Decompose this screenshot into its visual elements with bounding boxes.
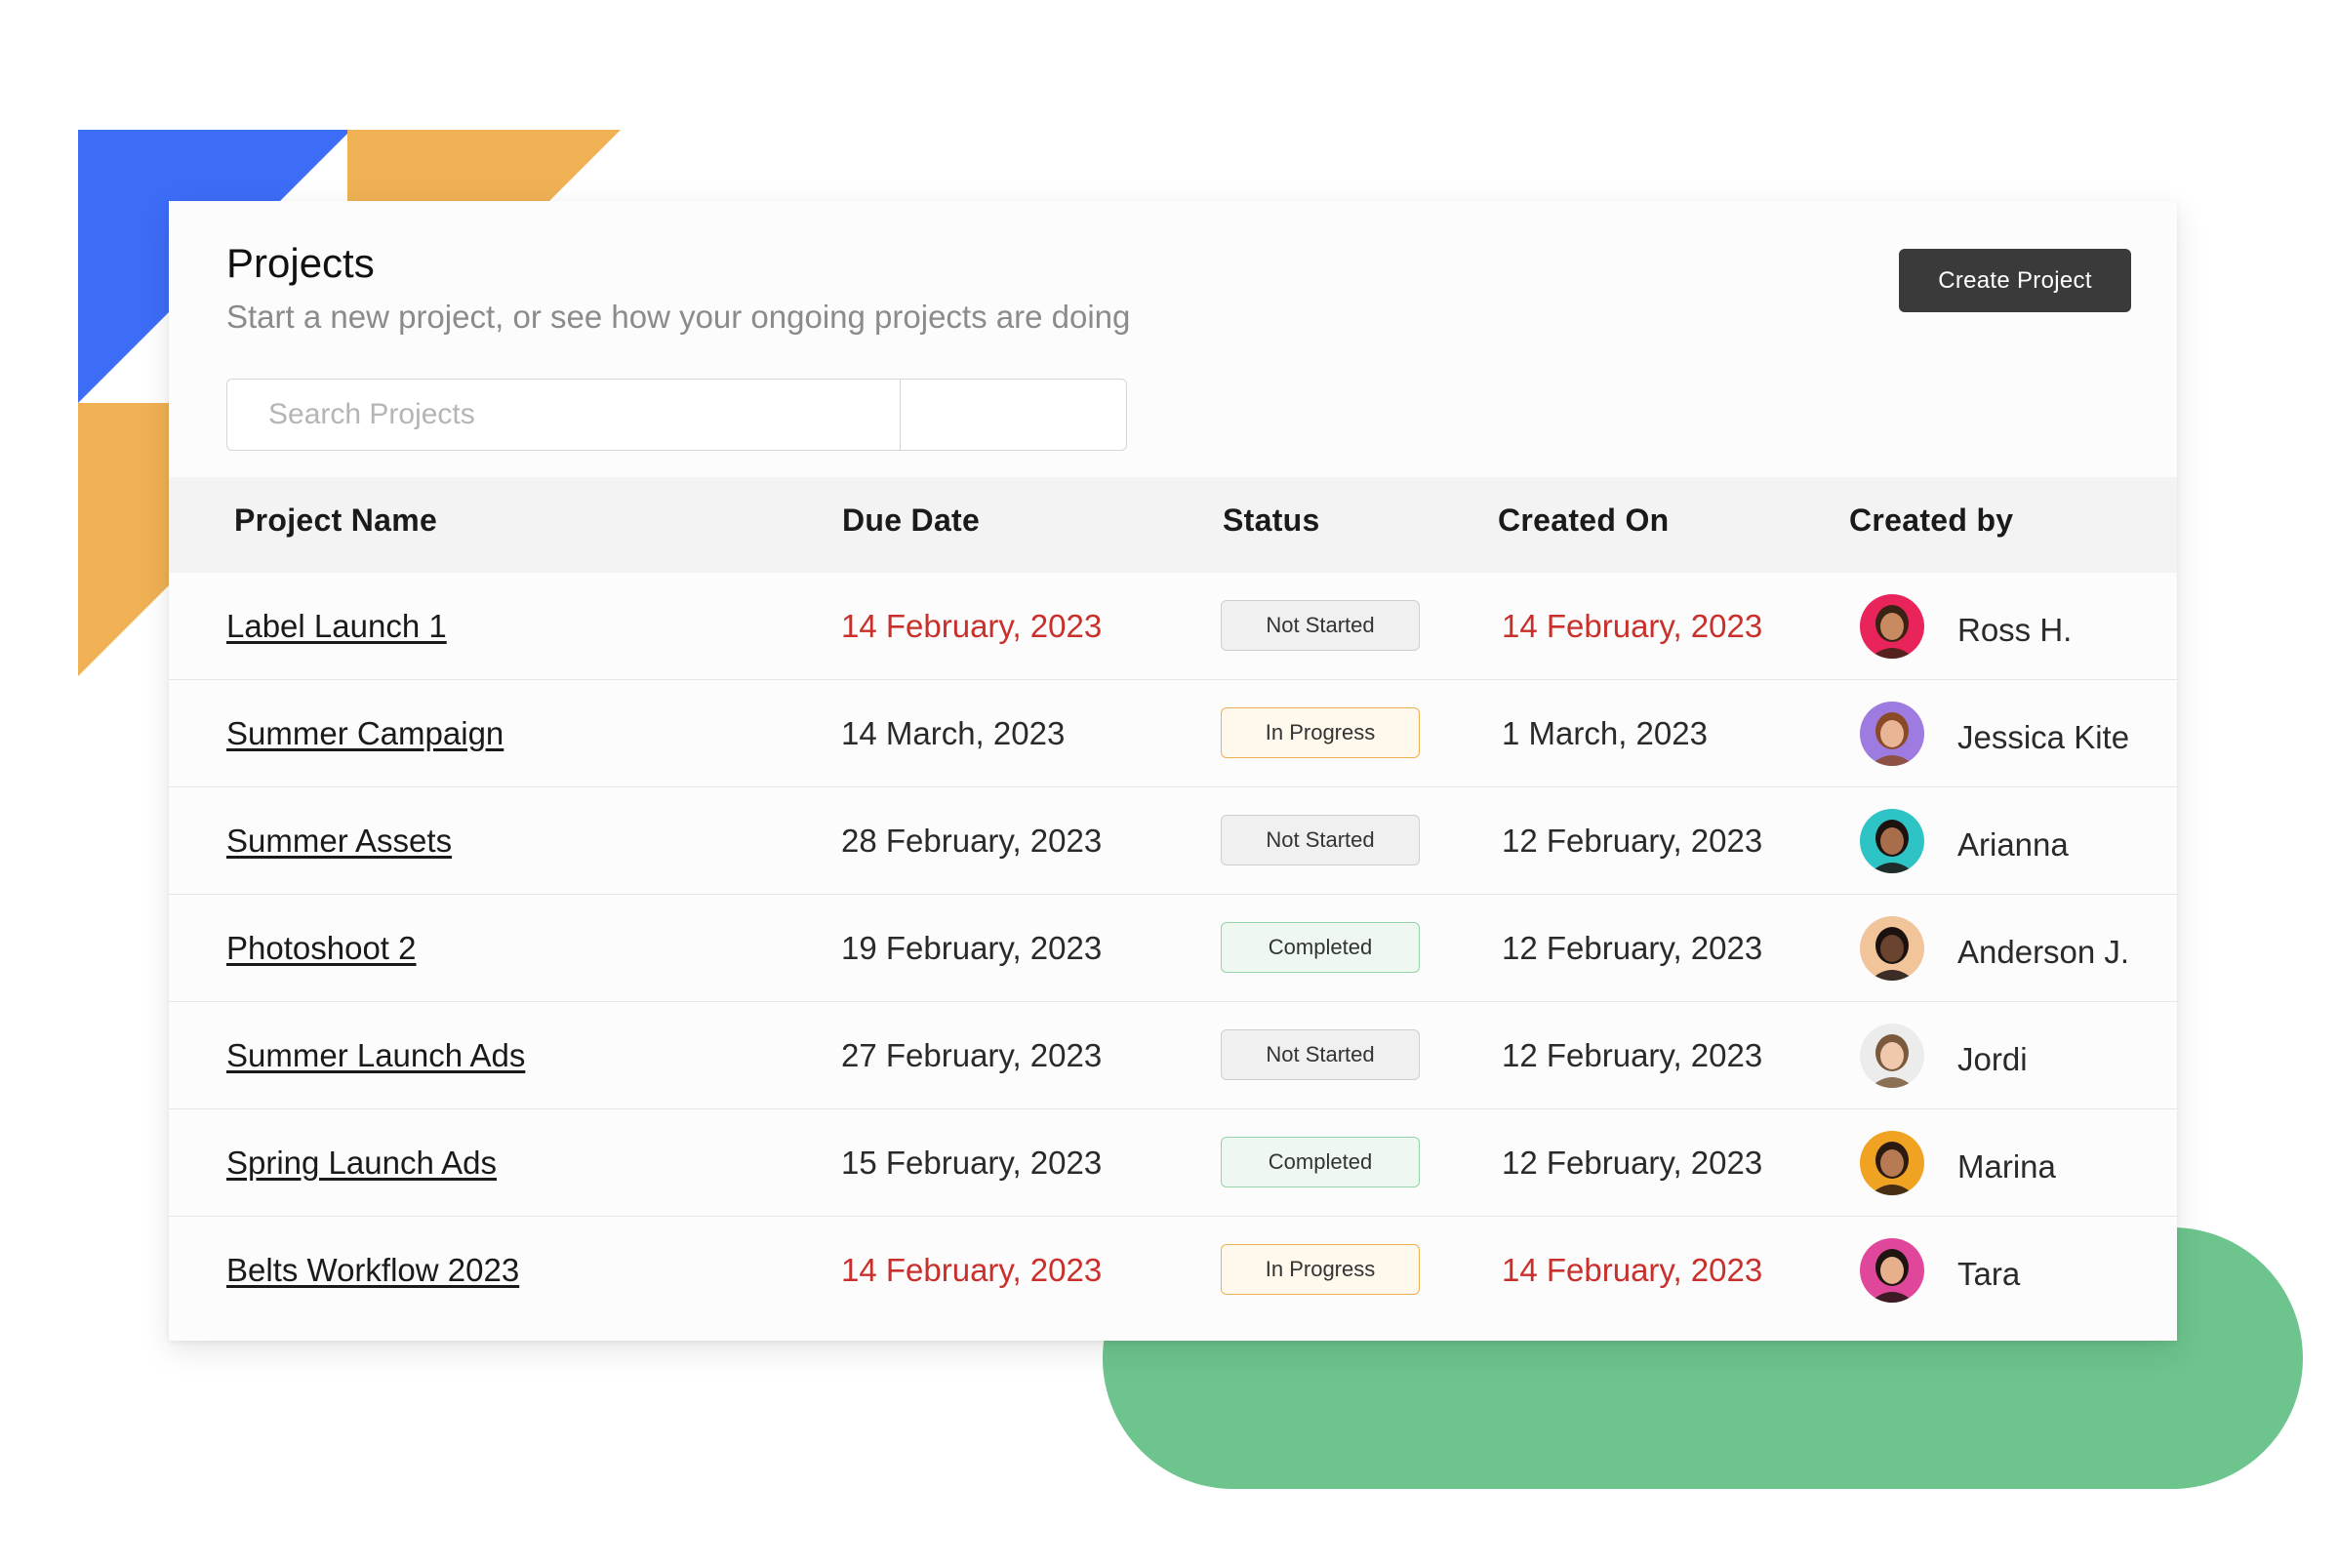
status-badge: In Progress bbox=[1221, 707, 1420, 758]
creator-name: Tara bbox=[1957, 1256, 2021, 1292]
project-name-link[interactable]: Label Launch 1 bbox=[226, 608, 447, 645]
due-date: 19 February, 2023 bbox=[841, 930, 1103, 966]
project-name-link[interactable]: Photoshoot 2 bbox=[226, 930, 417, 967]
avatar bbox=[1860, 1131, 1924, 1195]
avatar bbox=[1860, 702, 1924, 766]
avatar bbox=[1860, 916, 1924, 981]
avatar bbox=[1860, 809, 1924, 873]
column-header-status[interactable]: Status bbox=[1223, 503, 1320, 539]
page-subtitle: Start a new project, or see how your ong… bbox=[226, 299, 1131, 335]
creator-name: Ross H. bbox=[1957, 612, 2073, 648]
status-badge: Not Started bbox=[1221, 600, 1420, 651]
due-date: 28 February, 2023 bbox=[841, 823, 1103, 859]
creator-name: Arianna bbox=[1957, 826, 2069, 863]
status-badge: Not Started bbox=[1221, 815, 1420, 865]
column-header-due-date[interactable]: Due Date bbox=[842, 503, 980, 539]
project-name-link[interactable]: Summer Assets bbox=[226, 823, 452, 860]
status-badge: Completed bbox=[1221, 922, 1420, 973]
table-row[interactable]: Belts Workflow 2023 14 February, 2023 In P… bbox=[169, 1217, 2177, 1323]
creator-name: Anderson J. bbox=[1957, 934, 2130, 970]
column-header-project-name[interactable]: Project Name bbox=[234, 503, 437, 539]
status-badge: In Progress bbox=[1221, 1244, 1420, 1295]
created-on-date: 12 February, 2023 bbox=[1502, 930, 1763, 966]
search-bar bbox=[226, 379, 1127, 451]
create-project-button[interactable]: Create Project bbox=[1899, 249, 2131, 312]
created-on-date: 12 February, 2023 bbox=[1502, 1037, 1763, 1073]
avatar bbox=[1860, 594, 1924, 659]
table-row[interactable]: Spring Launch Ads 15 February, 2023 Comple… bbox=[169, 1109, 2177, 1217]
creator-name: Marina bbox=[1957, 1148, 2056, 1185]
table-row[interactable]: Photoshoot 2 19 February, 2023 Completed 12… bbox=[169, 895, 2177, 1002]
page-title: Projects bbox=[226, 240, 375, 286]
due-date: 14 February, 2023 bbox=[841, 608, 1103, 644]
created-on-date: 14 February, 2023 bbox=[1502, 608, 1763, 644]
created-on-date: 1 March, 2023 bbox=[1502, 715, 1708, 751]
project-name-link[interactable]: Summer Launch Ads bbox=[226, 1037, 525, 1074]
table-row[interactable]: Summer Campaign 14 March, 2023 In Progress… bbox=[169, 680, 2177, 787]
status-badge: Completed bbox=[1221, 1137, 1420, 1187]
search-filter-field[interactable] bbox=[901, 380, 1126, 450]
projects-table-body: Label Launch 1 14 February, 2023 Not Start… bbox=[169, 573, 2177, 1323]
column-header-created-by[interactable]: Created by bbox=[1849, 503, 2013, 539]
table-row[interactable]: Summer Assets 28 February, 2023 Not Starte… bbox=[169, 787, 2177, 895]
search-input[interactable] bbox=[227, 380, 901, 450]
due-date: 15 February, 2023 bbox=[841, 1145, 1103, 1181]
table-row[interactable]: Label Launch 1 14 February, 2023 Not Start… bbox=[169, 573, 2177, 680]
project-name-link[interactable]: Spring Launch Ads bbox=[226, 1145, 497, 1182]
creator-name: Jordi bbox=[1957, 1041, 2028, 1077]
column-header-created-on[interactable]: Created On bbox=[1498, 503, 1669, 539]
projects-card: Projects Start a new project, or see how… bbox=[169, 201, 2177, 1341]
due-date: 27 February, 2023 bbox=[841, 1037, 1103, 1073]
avatar bbox=[1860, 1238, 1924, 1303]
due-date: 14 March, 2023 bbox=[841, 715, 1066, 751]
created-on-date: 14 February, 2023 bbox=[1502, 1252, 1763, 1288]
avatar bbox=[1860, 1024, 1924, 1088]
status-badge: Not Started bbox=[1221, 1029, 1420, 1080]
table-row[interactable]: Summer Launch Ads 27 February, 2023 Not St… bbox=[169, 1002, 2177, 1109]
created-on-date: 12 February, 2023 bbox=[1502, 823, 1763, 859]
table-header: Project Name Due Date Status Created On … bbox=[169, 477, 2177, 573]
created-on-date: 12 February, 2023 bbox=[1502, 1145, 1763, 1181]
creator-name: Jessica Kite bbox=[1957, 719, 2130, 755]
due-date: 14 February, 2023 bbox=[841, 1252, 1103, 1288]
project-name-link[interactable]: Belts Workflow 2023 bbox=[226, 1252, 519, 1289]
project-name-link[interactable]: Summer Campaign bbox=[226, 715, 504, 752]
